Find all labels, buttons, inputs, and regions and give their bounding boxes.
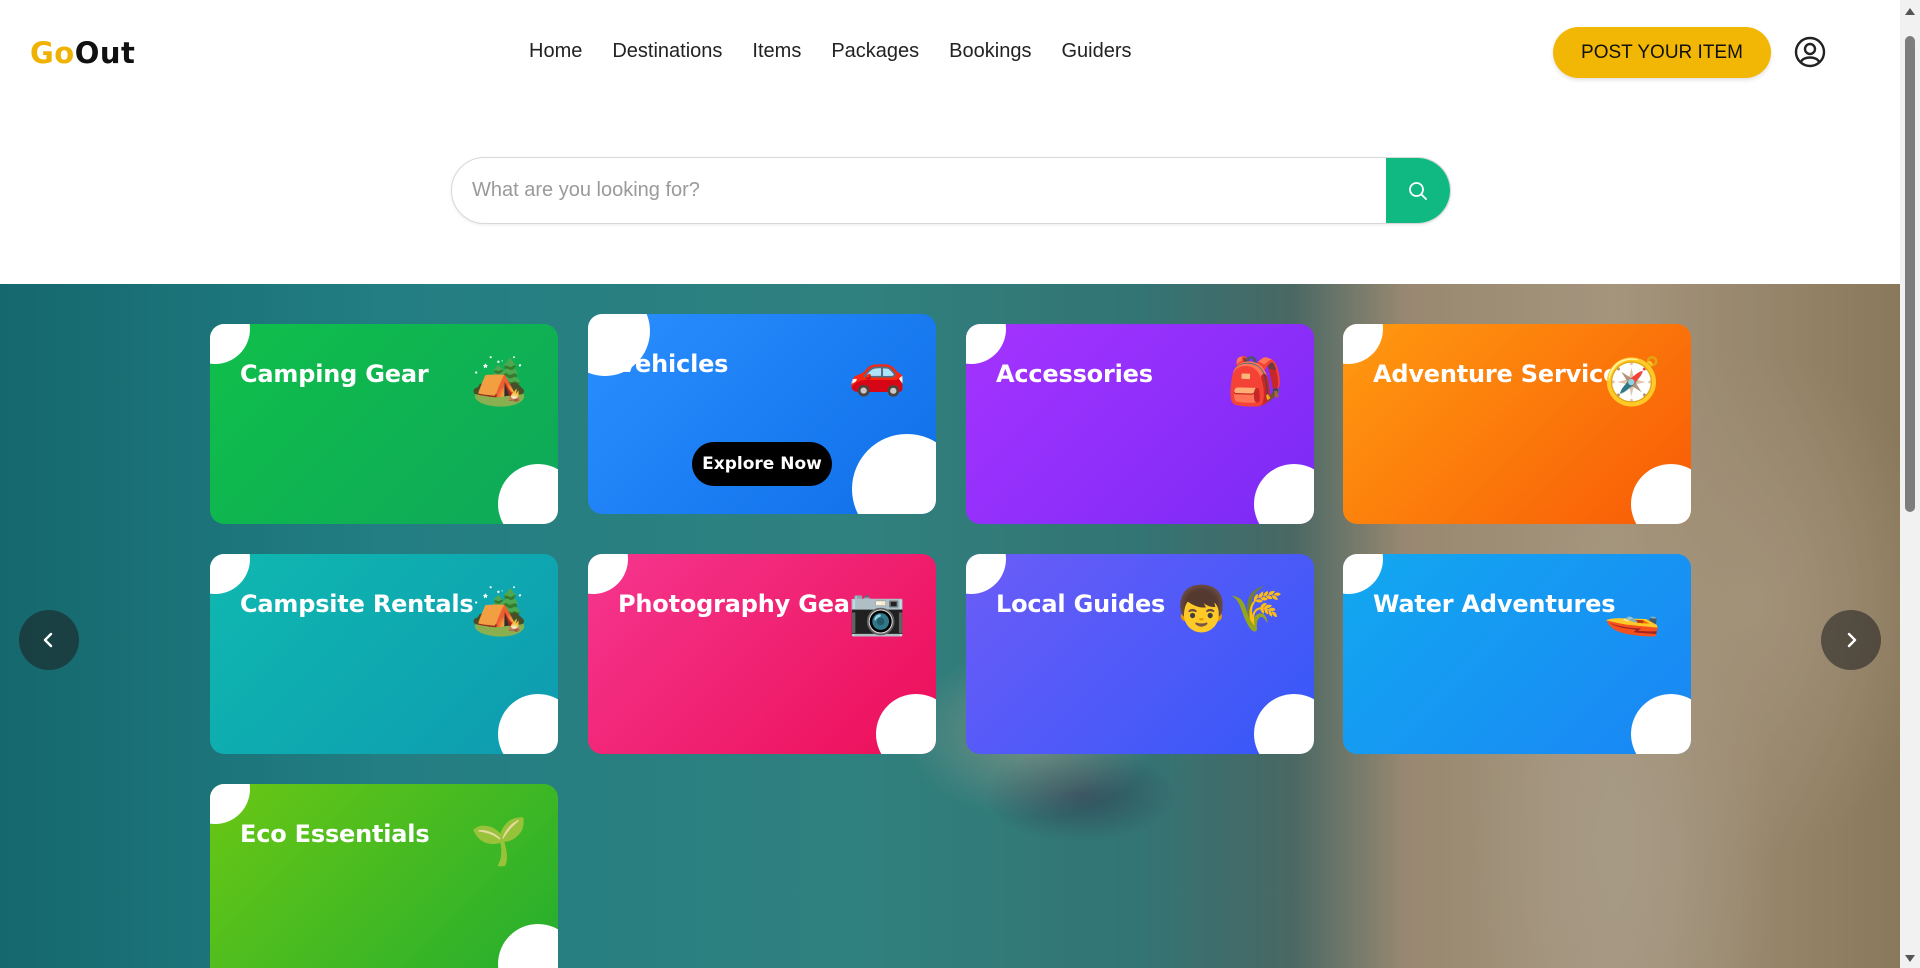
post-your-item-button[interactable]: POST YOUR ITEM	[1553, 27, 1771, 78]
card-title: Adventure Services	[1373, 360, 1634, 388]
scrollbar-thumb[interactable]	[1905, 36, 1915, 512]
chevron-left-icon	[43, 632, 53, 648]
person-and-plant-icon: 👦🌾	[1174, 585, 1284, 634]
scroll-up-arrow-icon[interactable]	[1905, 8, 1915, 15]
site-header: GoOut Home Destinations Items Packages B…	[0, 0, 1900, 106]
search-input[interactable]	[452, 158, 1386, 223]
explore-now-button[interactable]: Explore Now	[692, 442, 832, 486]
category-card-photography-gear[interactable]: Photography Gear 📷	[588, 554, 936, 754]
search-icon	[1409, 181, 1427, 200]
category-card-water-adventures[interactable]: Water Adventures 🚤	[1343, 554, 1691, 754]
camera-icon: 📷	[848, 585, 906, 637]
main-nav: Home Destinations Items Packages Booking…	[529, 40, 1161, 63]
logo-out: Out	[74, 36, 136, 70]
card-title: Photography Gear	[618, 590, 862, 618]
backpack-icon: 🎒	[1226, 355, 1284, 407]
carousel-prev-button[interactable]	[19, 610, 79, 670]
camping-tent-icon: 🏕️	[470, 585, 528, 637]
category-card-camping-gear[interactable]: Camping Gear 🏕️	[210, 324, 558, 524]
nav-items[interactable]: Items	[752, 40, 801, 63]
page-scrollbar[interactable]	[1900, 0, 1920, 968]
car-icon: 🚗	[848, 345, 906, 397]
logo[interactable]: GoOut	[30, 36, 135, 70]
category-card-local-guides[interactable]: Local Guides 👦🌾	[966, 554, 1314, 754]
search-bar	[451, 157, 1451, 224]
nav-bookings[interactable]: Bookings	[949, 40, 1031, 63]
category-card-eco-essentials[interactable]: Eco Essentials 🌱	[210, 784, 558, 968]
logo-go: Go	[30, 36, 75, 70]
card-title: Camping Gear	[240, 360, 429, 388]
scroll-down-arrow-icon[interactable]	[1905, 955, 1915, 962]
category-card-accessories[interactable]: Accessories 🎒	[966, 324, 1314, 524]
user-circle-icon[interactable]	[1794, 36, 1826, 68]
nav-guiders[interactable]: Guiders	[1061, 40, 1131, 63]
category-card-adventure-services[interactable]: Adventure Services 🧭	[1343, 324, 1691, 524]
card-title: Vehicles	[618, 350, 729, 378]
card-title: Eco Essentials	[240, 820, 430, 848]
card-title: Water Adventures	[1373, 590, 1616, 618]
camping-tent-icon: 🏕️	[470, 355, 528, 407]
card-title: Accessories	[996, 360, 1153, 388]
speedboat-icon: 🚤	[1603, 585, 1661, 637]
chevron-right-icon	[1847, 632, 1857, 648]
card-title: Local Guides	[996, 590, 1166, 618]
category-card-vehicles[interactable]: Vehicles 🚗 Explore Now	[588, 314, 936, 514]
search-button[interactable]	[1386, 158, 1450, 223]
category-carousel: Camping Gear 🏕️ Vehicles 🚗 Explore Now A…	[0, 284, 1900, 968]
nav-destinations[interactable]: Destinations	[612, 40, 722, 63]
carousel-next-button[interactable]	[1821, 610, 1881, 670]
card-title: Campsite Rentals	[240, 590, 474, 618]
compass-icon: 🧭	[1603, 355, 1661, 407]
category-card-campsite-rentals[interactable]: Campsite Rentals 🏕️	[210, 554, 558, 754]
seedling-icon: 🌱	[470, 815, 528, 867]
nav-packages[interactable]: Packages	[831, 40, 919, 63]
nav-home[interactable]: Home	[529, 40, 582, 63]
